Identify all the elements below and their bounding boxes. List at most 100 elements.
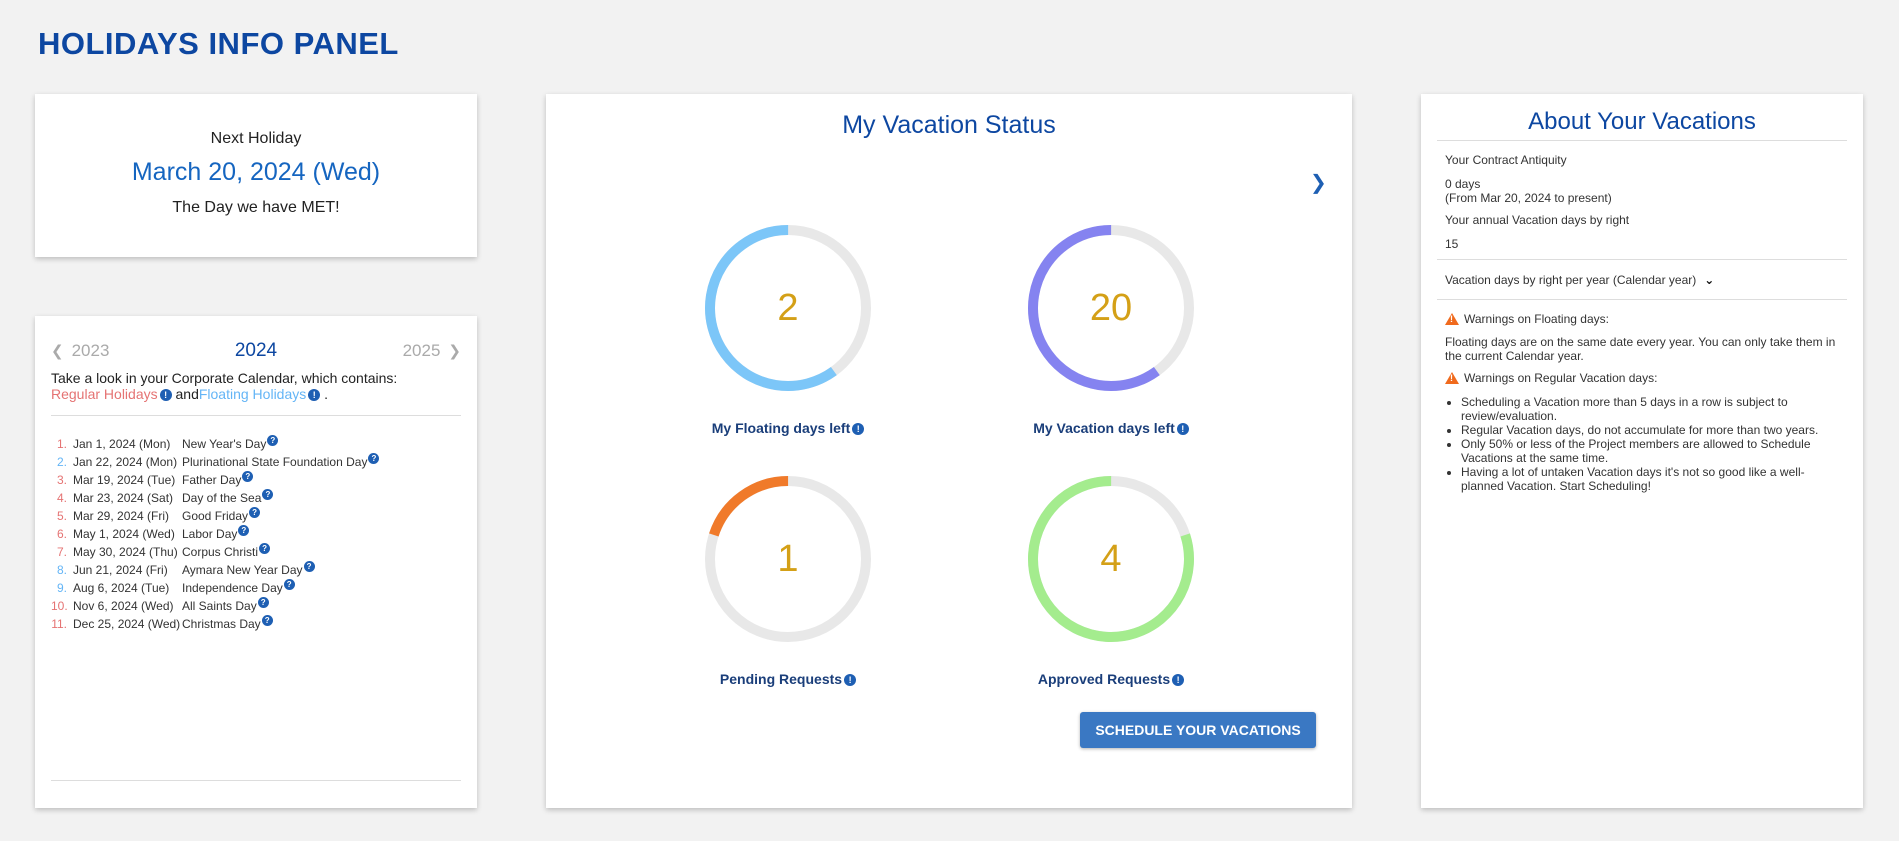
info-icon[interactable]: ! [1172, 674, 1185, 686]
holiday-date: Aug 6, 2024 (Tue) [73, 581, 170, 595]
regular-holidays-legend: Regular Holidays [51, 386, 158, 402]
year-navigation: ❮ 2023 2024 2025 ❯ [51, 338, 461, 368]
divider [1437, 299, 1847, 300]
next-year-label: 2025 [402, 341, 441, 360]
divider [51, 415, 461, 416]
page-title: HOLIDAYS INFO PANEL [38, 26, 399, 61]
help-icon[interactable]: ? [267, 435, 279, 446]
help-icon[interactable]: ? [368, 453, 380, 464]
holiday-name: New Year's Day [182, 437, 267, 451]
warning-item: Scheduling a Vacation more than 5 days i… [1461, 395, 1847, 423]
holiday-number: 6. [56, 527, 67, 541]
corporate-calendar-card: ❮ 2023 2024 2025 ❯ Take a look in your C… [35, 316, 477, 808]
annual-vacation-label: Your annual Vacation days by right [1445, 213, 1630, 227]
vacation-days-value: 20 [1089, 287, 1133, 329]
chevron-down-icon: ⌄ [1704, 273, 1715, 287]
and-text: and [171, 386, 199, 402]
holiday-date: Jan 1, 2024 (Mon) [73, 437, 171, 451]
floating-warning-title: Warnings on Floating days: [1464, 312, 1609, 326]
holiday-row: 10. Nov 6, 2024 (Wed) All Saints Day? [51, 597, 461, 615]
holiday-row: 7. May 30, 2024 (Thu) Corpus Christi? [51, 543, 461, 561]
vacation-days-label: My Vacation days left! [981, 420, 1241, 436]
help-icon[interactable]: ? [262, 489, 274, 500]
next-holiday-date: March 20, 2024 (Wed) [131, 158, 381, 186]
help-icon[interactable]: ? [238, 525, 250, 536]
contract-antiquity-value: 0 days (From Mar 20, 2024 to present) [1445, 177, 1847, 205]
holiday-date: Dec 25, 2024 (Wed) [73, 617, 181, 631]
holiday-number: 8. [56, 563, 67, 577]
help-icon[interactable]: ? [249, 507, 261, 518]
schedule-vacations-button[interactable]: SCHEDULE YOUR VACATIONS [1080, 712, 1316, 748]
holiday-number: 2. [56, 455, 67, 469]
holiday-list: 1. Jan 1, 2024 (Mon) New Year's Day? 2. Jan … [51, 435, 461, 633]
regular-warning-heading: Warnings on Regular Vacation days: [1445, 371, 1847, 385]
info-icon[interactable]: ! [1176, 423, 1189, 435]
holiday-number: 4. [56, 491, 67, 505]
holiday-row: 8. Jun 21, 2024 (Fri) Aymara New Year Day? [51, 561, 461, 579]
info-icon[interactable]: ! [308, 389, 321, 401]
pending-requests-value: 1 [777, 538, 799, 580]
holiday-row: 2. Jan 22, 2024 (Mon) Plurinational State … [51, 453, 461, 471]
holiday-name: All Saints Day [182, 599, 257, 613]
pending-requests-label-text: Pending Requests [719, 671, 843, 687]
regular-warning-list: Scheduling a Vacation more than 5 days i… [1461, 395, 1847, 493]
holiday-name: Christmas Day [182, 617, 261, 631]
holiday-name: Corpus Christi [182, 545, 259, 559]
vacation-days-ring: 20 [1026, 223, 1196, 393]
holiday-name: Plurinational State Foundation Day [182, 455, 368, 469]
holiday-row: 11. Dec 25, 2024 (Wed) Christmas Day? [51, 615, 461, 633]
approved-requests-label: Approved Requests! [981, 671, 1241, 687]
holiday-number: 9. [56, 581, 67, 595]
help-icon[interactable]: ? [259, 543, 271, 554]
floating-days-label-text: My Floating days left [711, 420, 851, 436]
floating-warning-text: Floating days are on the same date every… [1445, 335, 1836, 363]
help-icon[interactable]: ? [303, 561, 315, 572]
divider [1437, 259, 1847, 260]
pending-requests-ring: 1 [703, 474, 873, 644]
holiday-row: 6. May 1, 2024 (Wed) Labor Day? [51, 525, 461, 543]
pending-requests-label: Pending Requests! [658, 671, 918, 687]
info-icon[interactable]: ! [159, 389, 172, 401]
about-vacations-card: About Your Vacations Your Contract Antiq… [1421, 94, 1863, 808]
warning-item: Regular Vacation days, do not accumulate… [1461, 423, 1847, 437]
calendar-intro: Take a look in your Corporate Calendar, … [51, 370, 461, 402]
chevron-right-icon: ❯ [448, 343, 461, 360]
warning-item: Only 50% or less of the Project members … [1461, 437, 1847, 465]
approved-requests-ring: 4 [1026, 474, 1196, 644]
holiday-name: Aymara New Year Day [182, 563, 303, 577]
holiday-number: 7. [56, 545, 67, 559]
holiday-number: 5. [56, 509, 67, 523]
floating-days-label: My Floating days left! [658, 420, 918, 436]
next-year-button[interactable]: 2025 ❯ [403, 341, 461, 361]
holiday-name: Father Day [182, 473, 242, 487]
warning-icon [1445, 372, 1459, 384]
period-text: . [320, 386, 329, 402]
holiday-name: Day of the Sea [182, 491, 262, 505]
approved-requests-label-text: Approved Requests [1037, 671, 1171, 687]
holiday-date: May 30, 2024 (Thu) [73, 545, 178, 559]
contract-antiquity-since: (From Mar 20, 2024 to present) [1445, 191, 1612, 205]
warning-item: Having a lot of untaken Vacation days it… [1461, 465, 1847, 493]
vacation-status-title: My Vacation Status [842, 111, 1056, 139]
chevron-right-icon[interactable]: ❯ [1310, 170, 1327, 195]
holiday-number: 1. [56, 437, 67, 451]
help-icon[interactable]: ? [257, 597, 269, 608]
help-icon[interactable]: ? [283, 579, 295, 590]
help-icon[interactable]: ? [242, 471, 254, 482]
vacation-days-label-text: My Vacation days left [1033, 420, 1175, 436]
holiday-date: Nov 6, 2024 (Wed) [73, 599, 174, 613]
holiday-row: 4. Mar 23, 2024 (Sat) Day of the Sea? [51, 489, 461, 507]
next-holiday-label: Next Holiday [210, 130, 302, 147]
current-year-label: 2024 [234, 340, 278, 361]
help-icon[interactable]: ? [261, 615, 273, 626]
holiday-number: 11. [51, 617, 67, 631]
approved-requests-value: 4 [1100, 538, 1122, 580]
next-holiday-card: Next Holiday March 20, 2024 (Wed) The Da… [35, 94, 477, 257]
next-holiday-name: The Day we have MET! [172, 199, 340, 216]
info-icon[interactable]: ! [852, 423, 865, 435]
regular-warning-title: Warnings on Regular Vacation days: [1464, 371, 1658, 385]
info-icon[interactable]: ! [844, 674, 857, 686]
holiday-row: 3. Mar 19, 2024 (Tue) Father Day? [51, 471, 461, 489]
per-year-dropdown[interactable]: Vacation days by right per year (Calenda… [1445, 273, 1847, 287]
about-vacations-title: About Your Vacations [1437, 108, 1847, 141]
